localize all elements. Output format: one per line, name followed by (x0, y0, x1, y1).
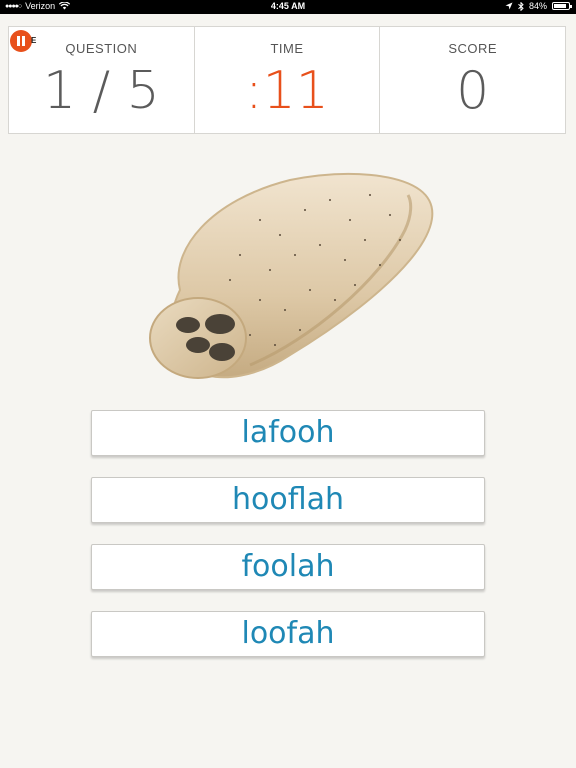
loofah-image (149, 172, 434, 379)
score-label: SCORE (448, 41, 498, 56)
score-value: 0 (456, 61, 490, 121)
answer-label: hooflah (231, 482, 345, 517)
battery-icon (552, 2, 572, 10)
question-panel: QUESTION 1 / 5 (9, 27, 194, 133)
scoreboard: QUESTION 1 / 5 TIME :11 SCORE 0 (8, 26, 566, 134)
answer-button-2[interactable]: hooflah (91, 477, 485, 523)
answer-button-4[interactable]: loofah (91, 611, 485, 657)
battery-percent: 84% (528, 1, 547, 11)
time-remaining: :11 (245, 61, 329, 121)
pause-icon (17, 36, 20, 46)
answer-label: foolah (241, 549, 335, 584)
question-counter: 1 / 5 (42, 61, 160, 121)
answer-button-1[interactable]: lafooh (91, 410, 485, 456)
question-label: QUESTION (65, 41, 138, 56)
time-label: TIME (270, 41, 304, 56)
pause-button[interactable] (10, 30, 32, 52)
level-badge: E (31, 36, 37, 45)
status-right: 84% (505, 1, 572, 11)
answer-button-3[interactable]: foolah (91, 544, 485, 590)
score-panel: SCORE 0 (379, 27, 565, 133)
bluetooth-icon (518, 1, 524, 11)
status-time: 4:45 AM (270, 1, 306, 11)
time-panel: TIME :11 (193, 27, 380, 133)
status-bar: ●●●●○ Verizon 4:45 AM 84% (0, 0, 576, 14)
location-icon (505, 2, 513, 10)
answer-label: lafooh (241, 415, 335, 450)
answer-label: loofah (241, 616, 335, 651)
